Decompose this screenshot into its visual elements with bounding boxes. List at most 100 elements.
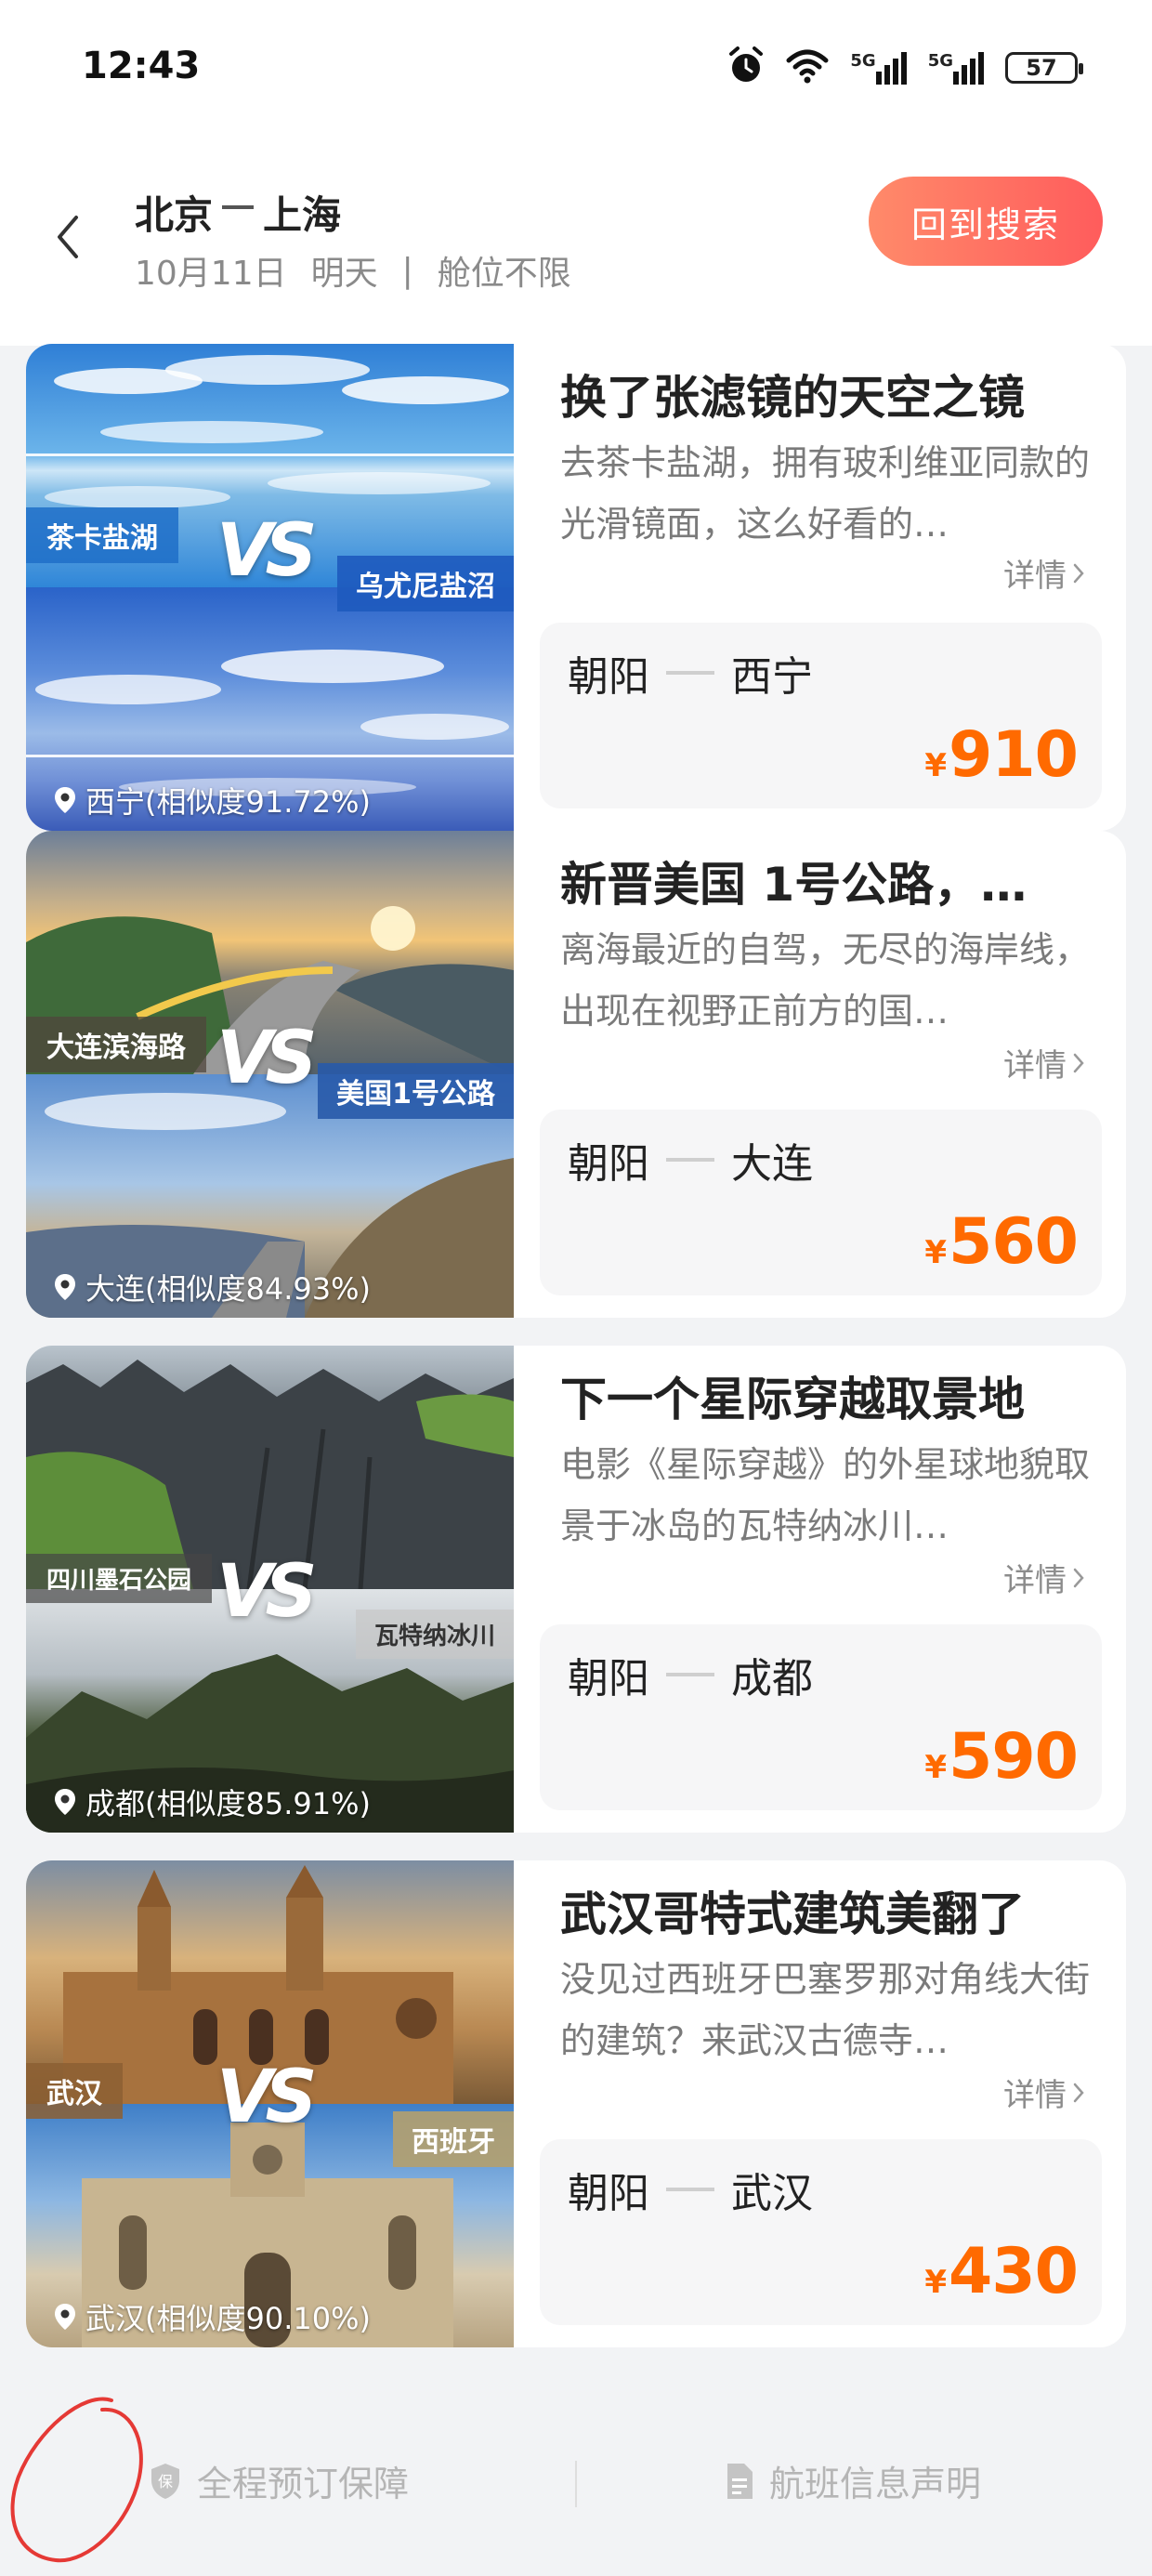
- card-description: 去茶卡盐湖，拥有玻利维亚同款的光滑镜面，这么好看的…: [560, 442, 1091, 545]
- flight-price: ¥ 590: [924, 1720, 1079, 1794]
- destination-card[interactable]: 大连滨海路 美国1号公路 VS 大连(相似度84.93%) 新晋美国 1号公路，…: [26, 831, 1126, 1318]
- flight-from: 朝阳: [568, 2170, 649, 2217]
- destination-card[interactable]: 武汉 西班牙 VS 武汉(相似度90.10%) 武汉哥特式建筑美翻了 没见过西班…: [26, 1860, 1126, 2347]
- flight-arrow-icon: [666, 2188, 714, 2191]
- card-title: 换了张滤镜的天空之镜: [560, 371, 1025, 425]
- document-icon: [727, 2463, 753, 2499]
- booking-guarantee-link[interactable]: 保 全程预订保障: [149, 2455, 409, 2506]
- left-place-tag: 武汉: [26, 2063, 123, 2119]
- signal-icon-2: 5G: [928, 51, 985, 85]
- currency-symbol: ¥: [924, 1234, 948, 1271]
- destination-city: 上海: [263, 192, 342, 238]
- flight-box[interactable]: 朝阳 大连 ¥ 560: [540, 1110, 1102, 1295]
- origin-city: 北京: [135, 192, 214, 238]
- detail-label: 详情: [1003, 2077, 1067, 2114]
- flight-to: 成都: [731, 1655, 813, 1702]
- footer: 保 全程预订保障 航班信息声明: [0, 2388, 1152, 2576]
- location-pin-icon: [55, 2304, 75, 2330]
- flight-from: 朝阳: [568, 653, 649, 701]
- detail-label: 详情: [1003, 1562, 1067, 1599]
- travel-day: 明天: [310, 255, 378, 293]
- card-description: 电影《星际穿越》的外星球地貌取景于冰岛的瓦特纳冰川…: [560, 1444, 1091, 1546]
- card-title: 新晋美国 1号公路，…: [560, 858, 1028, 912]
- detail-link[interactable]: 详情: [1003, 550, 1085, 596]
- status-icons: 5G 5G 57: [727, 45, 1083, 91]
- detail-label: 详情: [1003, 1047, 1067, 1084]
- similarity-label: 成都(相似度85.91%): [54, 1781, 371, 1823]
- flight-route: 朝阳 西宁: [568, 643, 813, 703]
- chevron-right-icon: [1073, 1053, 1084, 1072]
- flight-route: 朝阳 武汉: [568, 2160, 813, 2219]
- flight-info-statement-label: 航班信息声明: [769, 2464, 982, 2504]
- header: 北京 上海 10月11日 明天 | 舱位不限 回到搜索: [0, 139, 1152, 346]
- similarity-text: 西宁(相似度91.72%): [85, 784, 371, 820]
- flight-arrow-icon: [666, 671, 714, 675]
- card-title: 武汉哥特式建筑美翻了: [560, 1887, 1025, 1941]
- subtitle-divider: |: [401, 251, 413, 290]
- shield-icon-text: 保: [158, 2473, 173, 2491]
- vs-icon: VS: [216, 509, 318, 593]
- right-place-tag: 乌尤尼盐沼: [337, 556, 514, 611]
- booking-guarantee-label: 全程预订保障: [197, 2464, 410, 2504]
- vs-icon: VS: [216, 1550, 318, 1634]
- vs-icon: VS: [216, 2056, 318, 2139]
- card-description: 离海最近的自驾，无尽的海岸线，出现在视野正前方的国…: [560, 929, 1091, 1032]
- detail-link[interactable]: 详情: [1003, 1555, 1085, 1600]
- comparison-photo: 茶卡盐湖 乌尤尼盐沼 VS 西宁(相似度91.72%): [26, 344, 514, 831]
- destination-card[interactable]: 茶卡盐湖 乌尤尼盐沼 VS 西宁(相似度91.72%) 换了张滤镜的天空之镜 去…: [26, 344, 1126, 831]
- flight-box[interactable]: 朝阳 成都 ¥ 590: [540, 1624, 1102, 1810]
- flight-box[interactable]: 朝阳 武汉 ¥ 430: [540, 2139, 1102, 2325]
- signal-2-label: 5G: [927, 51, 953, 71]
- back-to-search-button[interactable]: 回到搜索: [869, 177, 1103, 266]
- flight-route: 朝阳 成都: [568, 1645, 813, 1704]
- flight-arrow-icon: [666, 1158, 714, 1162]
- flight-from: 朝阳: [568, 1140, 649, 1188]
- route-title: 北京 上海: [135, 184, 341, 241]
- detail-label: 详情: [1003, 558, 1067, 595]
- similarity-text: 成都(相似度85.91%): [85, 1786, 371, 1821]
- red-annotation-circle: [10, 2397, 143, 2563]
- travel-date: 10月11日: [135, 255, 287, 293]
- footer-divider: [575, 2461, 577, 2507]
- flight-box[interactable]: 朝阳 西宁 ¥ 910: [540, 623, 1102, 808]
- flight-to: 大连: [731, 1140, 813, 1188]
- chevron-right-icon: [1073, 563, 1084, 583]
- right-place-tag: 瓦特纳冰川: [355, 1610, 514, 1659]
- comparison-photo: 四川墨石公园 瓦特纳冰川 VS 成都(相似度85.91%): [26, 1346, 514, 1833]
- status-time: 12:43: [82, 45, 201, 87]
- similarity-label: 西宁(相似度91.72%): [54, 779, 371, 821]
- route-arrow-icon: [222, 204, 255, 209]
- comparison-photo: 武汉 西班牙 VS 武汉(相似度90.10%): [26, 1860, 514, 2347]
- flight-to: 武汉: [731, 2170, 813, 2217]
- flight-info-statement-link[interactable]: 航班信息声明: [725, 2455, 981, 2506]
- comparison-photo: 大连滨海路 美国1号公路 VS 大连(相似度84.93%): [26, 831, 514, 1318]
- flight-price: ¥ 430: [924, 2235, 1079, 2308]
- currency-symbol: ¥: [924, 1749, 948, 1786]
- right-place-tag: 美国1号公路: [318, 1063, 514, 1119]
- detail-link[interactable]: 详情: [1003, 1040, 1085, 1085]
- similarity-text: 大连(相似度84.93%): [85, 1271, 371, 1307]
- right-place-tag: 西班牙: [393, 2111, 514, 2167]
- currency-symbol: ¥: [924, 747, 948, 784]
- price-amount: 590: [949, 1720, 1079, 1794]
- left-place-tag: 茶卡盐湖: [26, 507, 178, 563]
- flight-arrow-icon: [666, 1673, 714, 1676]
- card-description: 没见过西班牙巴塞罗那对角线大街的建筑？来武汉古德寺…: [560, 1959, 1091, 2061]
- location-pin-icon: [55, 787, 75, 813]
- flight-price: ¥ 560: [924, 1205, 1079, 1279]
- battery-icon: 57: [1005, 52, 1083, 84]
- flight-route: 朝阳 大连: [568, 1130, 813, 1189]
- cabin-class: 舱位不限: [437, 255, 571, 293]
- card-title: 下一个星际穿越取景地: [560, 1373, 1025, 1426]
- back-button[interactable]: [46, 209, 89, 265]
- left-place-tag: 四川墨石公园: [26, 1554, 213, 1603]
- price-amount: 430: [949, 2235, 1079, 2308]
- price-amount: 560: [949, 1205, 1079, 1279]
- signal-icon-1: 5G: [850, 51, 907, 85]
- destination-card[interactable]: 四川墨石公园 瓦特纳冰川 VS 成都(相似度85.91%) 下一个星际穿越取景地…: [26, 1346, 1126, 1833]
- location-pin-icon: [55, 1789, 75, 1815]
- similarity-label: 大连(相似度84.93%): [54, 1266, 371, 1308]
- chevron-left-icon: [58, 216, 78, 258]
- detail-link[interactable]: 详情: [1003, 2070, 1085, 2115]
- vs-icon: VS: [216, 1017, 318, 1100]
